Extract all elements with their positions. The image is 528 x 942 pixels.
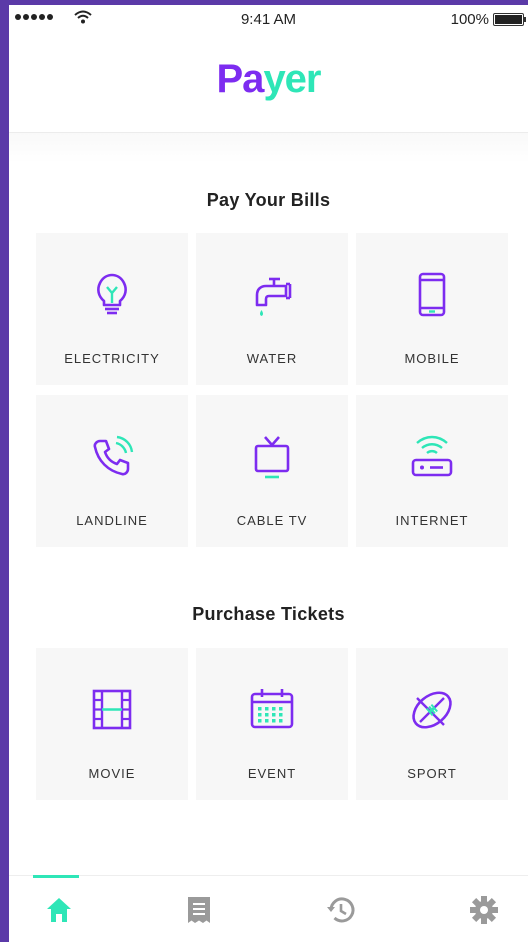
bill-tile-internet[interactable]: INTERNET [356, 395, 508, 547]
battery-percentage: 100% [450, 11, 489, 28]
app-logo: Payer [216, 57, 322, 101]
router-icon [411, 435, 453, 477]
tab-home[interactable] [9, 875, 109, 942]
bill-tile-electricity[interactable]: ELECTRICITY [36, 233, 188, 385]
bill-tile-cable-tv[interactable]: CABLE TV [196, 395, 348, 547]
bottom-tab-bar [9, 875, 528, 942]
ticket-tile-label: SPORT [407, 766, 457, 781]
history-icon [327, 896, 355, 922]
tab-bills[interactable] [149, 876, 249, 942]
tv-icon [254, 436, 290, 479]
football-icon [412, 691, 452, 729]
bill-tile-landline[interactable]: LANDLINE [36, 395, 188, 547]
bill-tile-label: WATER [246, 351, 298, 366]
ticket-tile-event[interactable]: EVENT [196, 648, 348, 800]
bills-section-title: Pay Your Bills [206, 190, 331, 210]
status-bar: 9:41 AM 100% [9, 5, 528, 35]
receipt-icon [188, 896, 210, 923]
ticket-tile-movie[interactable]: MOVIE [36, 648, 188, 800]
bill-tile-label: ELECTRICITY [64, 351, 160, 366]
active-tab-indicator [33, 875, 79, 878]
tab-settings[interactable] [434, 876, 528, 942]
calendar-icon [250, 689, 294, 729]
phone-screen: 9:41 AM 100% Payer Pay Your Bills ELECTR… [9, 5, 528, 942]
landline-phone-icon [93, 435, 134, 476]
ticket-tile-sport[interactable]: SPORT [356, 648, 508, 800]
tab-history[interactable] [291, 876, 391, 942]
water-tap-icon [255, 277, 292, 316]
bill-tile-label: INTERNET [395, 513, 469, 528]
film-icon [92, 689, 132, 730]
ticket-tile-label: EVENT [247, 766, 297, 781]
lightbulb-icon [97, 273, 127, 315]
bill-tile-label: LANDLINE [76, 513, 148, 528]
main-content: Pay Your Bills ELECTRICITY WATER MOBILE … [9, 133, 528, 875]
app-header: Payer [9, 35, 528, 133]
battery-icon [493, 13, 526, 26]
bill-tile-water[interactable]: WATER [196, 233, 348, 385]
ticket-tile-label: MOVIE [88, 766, 136, 781]
tickets-section-title: Purchase Tickets [192, 604, 345, 624]
bill-tile-label: CABLE TV [236, 513, 308, 528]
bill-tile-label: MOBILE [404, 351, 460, 366]
settings-icon [470, 895, 498, 924]
bill-tile-mobile[interactable]: MOBILE [356, 233, 508, 385]
home-icon [47, 897, 71, 922]
mobile-phone-icon [418, 272, 446, 317]
